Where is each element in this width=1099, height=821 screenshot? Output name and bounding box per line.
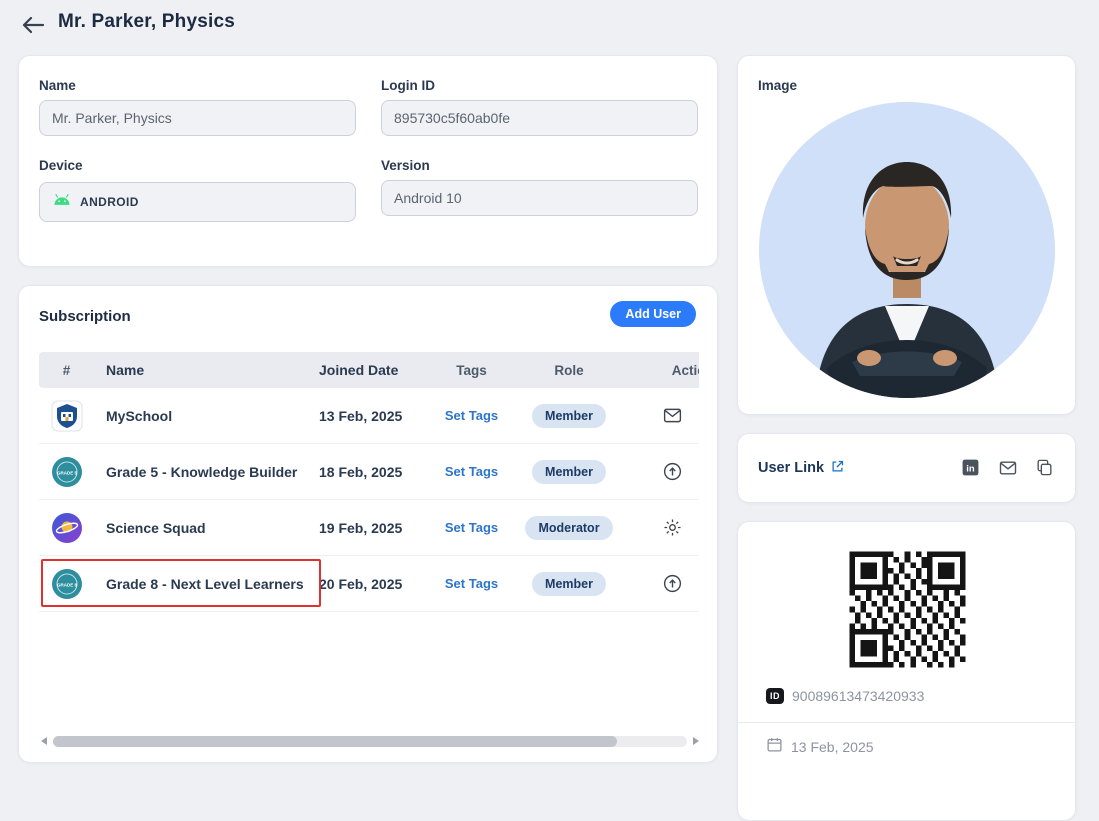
grade5-group-icon: GRADE 5: [51, 456, 83, 488]
add-user-button[interactable]: Add User: [610, 301, 696, 327]
row-joined-date: 20 Feb, 2025: [319, 576, 429, 592]
device-value: ANDROID: [80, 195, 139, 209]
scrollbar-thumb[interactable]: [53, 736, 617, 747]
device-label: Device: [39, 158, 83, 173]
mail-icon[interactable]: [662, 405, 684, 427]
joined-date-value: 13 Feb, 2025: [791, 739, 874, 755]
row-joined-date: 19 Feb, 2025: [319, 520, 429, 536]
subscription-table: # Name Joined Date Tags Role Actions: [39, 352, 699, 712]
page-title: Mr. Parker, Physics: [58, 11, 235, 33]
role-badge: Member: [532, 460, 606, 484]
login-id-label: Login ID: [381, 78, 435, 93]
row-joined-date: 18 Feb, 2025: [319, 464, 429, 480]
id-chip-icon: ID: [766, 688, 784, 704]
linkedin-icon[interactable]: in: [961, 458, 981, 478]
email-icon[interactable]: [998, 458, 1018, 478]
back-arrow-icon[interactable]: [20, 12, 46, 38]
myschool-logo-icon: [51, 400, 83, 432]
table-header-row: # Name Joined Date Tags Role Actions: [39, 352, 699, 388]
version-field[interactable]: [381, 180, 698, 216]
role-badge: Member: [532, 404, 606, 428]
copy-icon[interactable]: [1035, 458, 1055, 478]
version-label: Version: [381, 158, 430, 173]
svg-text:GRADE 8: GRADE 8: [56, 582, 77, 587]
android-icon: [52, 193, 72, 211]
scrollbar-track[interactable]: [53, 736, 687, 747]
set-tags-link[interactable]: Set Tags: [445, 520, 498, 535]
login-id-field[interactable]: [381, 100, 698, 136]
user-link-label: User Link: [758, 460, 824, 476]
scroll-left-arrow-icon[interactable]: [39, 736, 49, 746]
column-header-name: Name: [94, 362, 319, 378]
subscription-title: Subscription: [39, 308, 131, 325]
table-row[interactable]: MySchool 13 Feb, 2025 Set Tags Member: [39, 388, 699, 444]
column-header-joined-date: Joined Date: [319, 362, 429, 378]
horizontal-scrollbar: [39, 734, 701, 748]
user-detail-page: Mr. Parker, Physics Name Login ID Device…: [0, 0, 1099, 772]
user-link[interactable]: User Link: [758, 459, 845, 478]
table-row[interactable]: Science Squad 19 Feb, 2025 Set Tags Mode…: [39, 500, 699, 556]
publish-arrow-up-circle-icon[interactable]: [662, 573, 684, 595]
science-squad-icon: [51, 512, 83, 544]
qr-card: ID 90089613473420933 13 Feb, 2025: [737, 521, 1076, 821]
table-row[interactable]: GRADE 5 Grade 5 - Knowledge Builder 18 F…: [39, 444, 699, 500]
row-name: Grade 8 - Next Level Learners: [94, 576, 319, 592]
column-header-number: #: [39, 363, 94, 378]
manage-accounts-gear-icon[interactable]: [662, 517, 684, 539]
name-label: Name: [39, 78, 76, 93]
svg-text:GRADE 5: GRADE 5: [56, 470, 77, 475]
image-card: Image: [737, 55, 1076, 415]
user-avatar: [757, 100, 1057, 400]
publish-arrow-up-circle-icon[interactable]: [662, 461, 684, 483]
user-id-value: 90089613473420933: [792, 688, 924, 704]
calendar-icon: [766, 736, 783, 758]
divider: [738, 722, 1075, 723]
image-label: Image: [758, 78, 797, 93]
details-card: Name Login ID Device ANDROID Version: [18, 55, 718, 267]
set-tags-link[interactable]: Set Tags: [445, 408, 498, 423]
column-header-role: Role: [514, 363, 624, 378]
row-joined-date: 13 Feb, 2025: [319, 408, 429, 424]
external-link-icon: [830, 459, 845, 478]
set-tags-link[interactable]: Set Tags: [445, 576, 498, 591]
column-header-tags: Tags: [429, 363, 514, 378]
user-link-card: User Link in: [737, 433, 1076, 503]
row-name: MySchool: [94, 408, 319, 424]
table-row[interactable]: GRADE 8 Grade 8 - Next Level Learners 20…: [39, 556, 699, 612]
subscription-card: Subscription Add User # Name Joined Date…: [18, 285, 718, 763]
grade8-group-icon: GRADE 8: [51, 568, 83, 600]
name-field[interactable]: [39, 100, 356, 136]
svg-text:in: in: [966, 463, 975, 474]
top-bar: Mr. Parker, Physics: [0, 0, 1099, 48]
device-field[interactable]: ANDROID: [39, 182, 356, 222]
role-badge: Moderator: [525, 516, 612, 540]
qr-code: [844, 546, 971, 673]
role-badge: Member: [532, 572, 606, 596]
scroll-right-arrow-icon[interactable]: [691, 736, 701, 746]
column-header-actions: Actions: [624, 363, 699, 378]
set-tags-link[interactable]: Set Tags: [445, 464, 498, 479]
row-name: Science Squad: [94, 520, 319, 536]
row-name: Grade 5 - Knowledge Builder: [94, 464, 319, 480]
